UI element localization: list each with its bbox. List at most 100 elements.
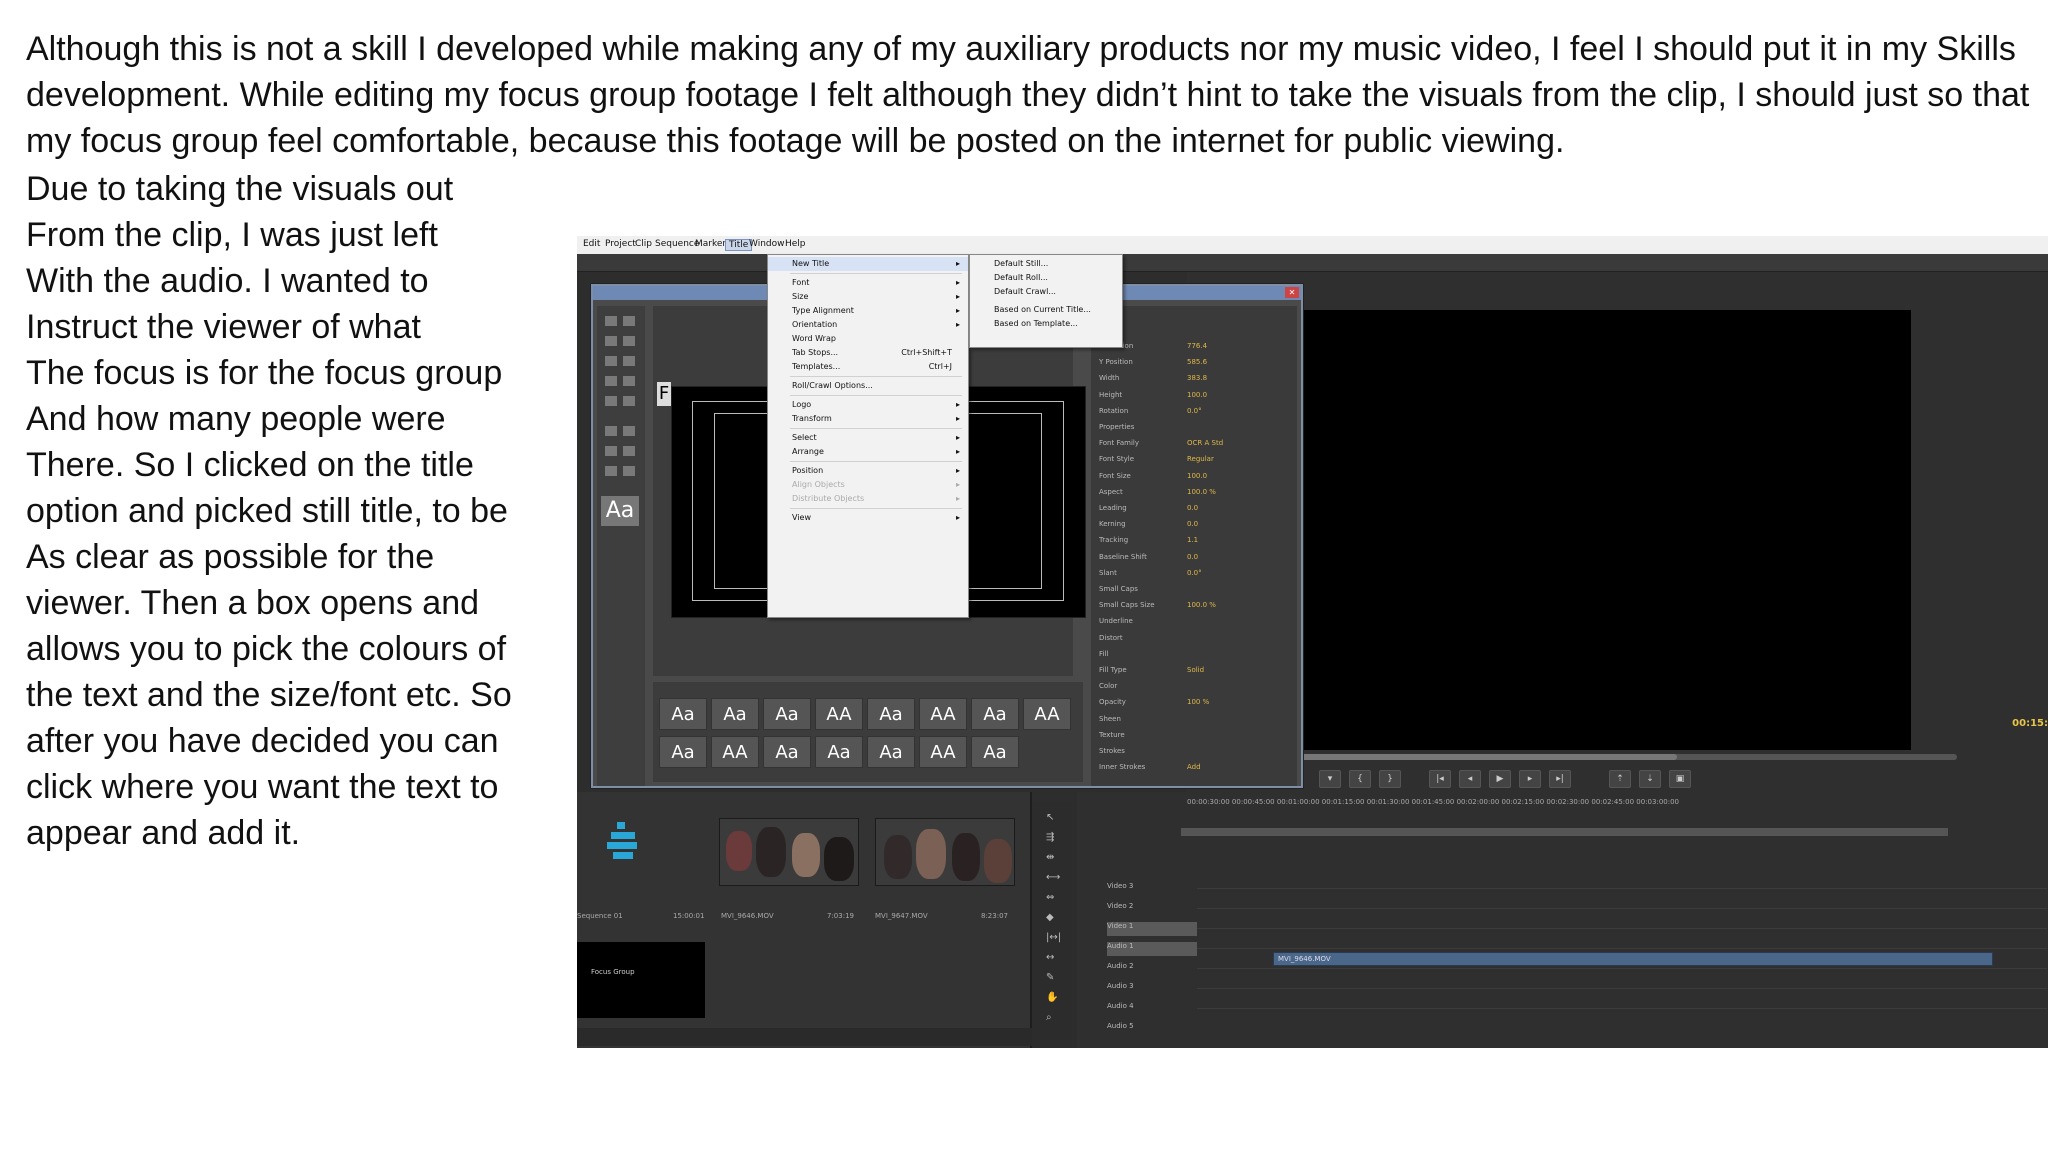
- property-row[interactable]: Aspect 100.0 %: [1099, 488, 1289, 500]
- menu-item[interactable]: Arrange ▸: [768, 445, 968, 459]
- property-value[interactable]: 776.4: [1187, 342, 1207, 350]
- property-row[interactable]: Properties: [1099, 423, 1289, 435]
- submenu-item[interactable]: Based on Template...: [970, 317, 1122, 331]
- monitor-scrub-bar[interactable]: [1257, 754, 1957, 760]
- track-header[interactable]: Audio 3: [1107, 982, 1197, 996]
- property-value[interactable]: 100.0 %: [1187, 488, 1216, 496]
- menu-item[interactable]: Type Alignment ▸: [768, 304, 968, 318]
- style-swatch[interactable]: Aa: [815, 736, 863, 768]
- property-value[interactable]: Add: [1187, 763, 1201, 771]
- menu-item[interactable]: Transform ▸: [768, 412, 968, 426]
- property-row[interactable]: Small Caps Size 100.0 %: [1099, 601, 1289, 613]
- property-value[interactable]: 0.0: [1187, 520, 1198, 528]
- property-value[interactable]: 100 %: [1187, 698, 1209, 706]
- property-value[interactable]: 585.6: [1187, 358, 1207, 366]
- style-swatch[interactable]: Aa: [971, 698, 1019, 730]
- property-row[interactable]: Strokes: [1099, 747, 1289, 759]
- style-swatch[interactable]: AA: [1023, 698, 1071, 730]
- go-out-icon[interactable]: ▸|: [1549, 770, 1571, 788]
- submenu-item[interactable]: Based on Current Title...: [970, 303, 1122, 317]
- property-row[interactable]: Y Position 585.6: [1099, 358, 1289, 370]
- timeline-work-area-bar[interactable]: [1181, 828, 1948, 836]
- go-in-icon[interactable]: }: [1379, 770, 1401, 788]
- property-value[interactable]: Solid: [1187, 666, 1204, 674]
- ripple-edit-icon[interactable]: ⇹: [1046, 852, 1054, 863]
- razor-icon[interactable]: ◆: [1046, 912, 1054, 923]
- menu-item[interactable]: Roll/Crawl Options...: [768, 379, 968, 393]
- menu-item[interactable]: Word Wrap: [768, 332, 968, 346]
- mark-in-icon[interactable]: ▾: [1319, 770, 1341, 788]
- menu-sequence[interactable]: Sequence: [655, 239, 699, 249]
- sequence-preview[interactable]: Focus Group: [577, 942, 705, 1018]
- style-swatch[interactable]: AA: [711, 736, 759, 768]
- property-row[interactable]: Baseline Shift 0.0: [1099, 553, 1289, 565]
- property-row[interactable]: Rotation 0.0°: [1099, 407, 1289, 419]
- menu-item[interactable]: Size ▸: [768, 290, 968, 304]
- clip-thumbnail[interactable]: [875, 818, 1015, 886]
- menu-marker[interactable]: Marker: [695, 239, 726, 249]
- property-value[interactable]: 100.0: [1187, 391, 1207, 399]
- property-value[interactable]: 0.0°: [1187, 407, 1202, 415]
- style-swatch[interactable]: AA: [815, 698, 863, 730]
- property-row[interactable]: Font Family OCR A Std: [1099, 439, 1289, 451]
- track-header[interactable]: Audio 1: [1107, 942, 1197, 956]
- property-row[interactable]: Small Caps: [1099, 585, 1289, 597]
- property-row[interactable]: Tracking 1.1: [1099, 536, 1289, 548]
- property-row[interactable]: Fill: [1099, 650, 1289, 662]
- zoom-icon[interactable]: ⌕: [1046, 1012, 1052, 1023]
- menu-item[interactable]: Orientation ▸: [768, 318, 968, 332]
- style-swatch[interactable]: Aa: [711, 698, 759, 730]
- property-value[interactable]: 1.1: [1187, 536, 1198, 544]
- menu-item[interactable]: Position ▸: [768, 464, 968, 478]
- style-swatch[interactable]: Aa: [659, 736, 707, 768]
- property-row[interactable]: Color: [1099, 682, 1289, 694]
- rewind-icon[interactable]: ◂: [1459, 770, 1481, 788]
- rate-stretch-icon[interactable]: ⇔: [1046, 892, 1054, 903]
- property-value[interactable]: 0.0: [1187, 553, 1198, 561]
- menu-item[interactable]: View ▸: [768, 511, 968, 525]
- menu-project[interactable]: Project: [605, 239, 636, 249]
- style-swatch[interactable]: AA: [919, 698, 967, 730]
- property-row[interactable]: Sheen: [1099, 715, 1289, 727]
- play-icon[interactable]: ▶: [1489, 770, 1511, 788]
- style-swatch[interactable]: Aa: [867, 698, 915, 730]
- property-row[interactable]: Font Style Regular: [1099, 455, 1289, 467]
- property-row[interactable]: Distort: [1099, 634, 1289, 646]
- track-header[interactable]: Video 1: [1107, 922, 1197, 936]
- lift-icon[interactable]: ⇡: [1609, 770, 1631, 788]
- track-header[interactable]: Video 2: [1107, 902, 1197, 916]
- property-row[interactable]: Inner Strokes Add: [1099, 763, 1289, 775]
- menu-item[interactable]: Tab Stops... Ctrl+Shift+T: [768, 346, 968, 360]
- style-swatch[interactable]: Aa: [763, 698, 811, 730]
- property-row[interactable]: Fill Type Solid: [1099, 666, 1289, 678]
- property-row[interactable]: Texture: [1099, 731, 1289, 743]
- property-value[interactable]: 100.0 %: [1187, 601, 1216, 609]
- export-frame-icon[interactable]: ▣: [1669, 770, 1691, 788]
- menu-item[interactable]: Templates... Ctrl+J: [768, 360, 968, 374]
- style-swatch[interactable]: Aa: [763, 736, 811, 768]
- menu-clip[interactable]: Clip: [635, 239, 652, 249]
- slip-icon[interactable]: |↔|: [1046, 932, 1061, 943]
- property-value[interactable]: 383.8: [1187, 374, 1207, 382]
- property-row[interactable]: Width 383.8: [1099, 374, 1289, 386]
- mark-out-icon[interactable]: {: [1349, 770, 1371, 788]
- property-row[interactable]: Kerning 0.0: [1099, 520, 1289, 532]
- hand-icon[interactable]: ✋: [1046, 992, 1058, 1003]
- menu-item[interactable]: Font ▸: [768, 276, 968, 290]
- property-row[interactable]: Height 100.0: [1099, 391, 1289, 403]
- menu-window[interactable]: Window: [749, 239, 785, 249]
- property-row[interactable]: Slant 0.0°: [1099, 569, 1289, 581]
- submenu-item[interactable]: Default Still...: [970, 257, 1122, 271]
- step-forward-icon[interactable]: ▸: [1519, 770, 1541, 788]
- slide-icon[interactable]: ↔: [1046, 952, 1054, 963]
- close-icon[interactable]: ✕: [1285, 287, 1299, 298]
- track-select-icon[interactable]: ⇶: [1046, 832, 1054, 843]
- selection-tool-icon[interactable]: ↖: [1046, 812, 1054, 823]
- menu-item[interactable]: Select ▸: [768, 431, 968, 445]
- property-value[interactable]: 100.0: [1187, 472, 1207, 480]
- style-swatch[interactable]: Aa: [867, 736, 915, 768]
- property-row[interactable]: X Position776.4: [1099, 342, 1289, 354]
- menu-help[interactable]: Help: [785, 239, 806, 249]
- property-value[interactable]: 0.0: [1187, 504, 1198, 512]
- track-header[interactable]: Audio 5: [1107, 1022, 1197, 1036]
